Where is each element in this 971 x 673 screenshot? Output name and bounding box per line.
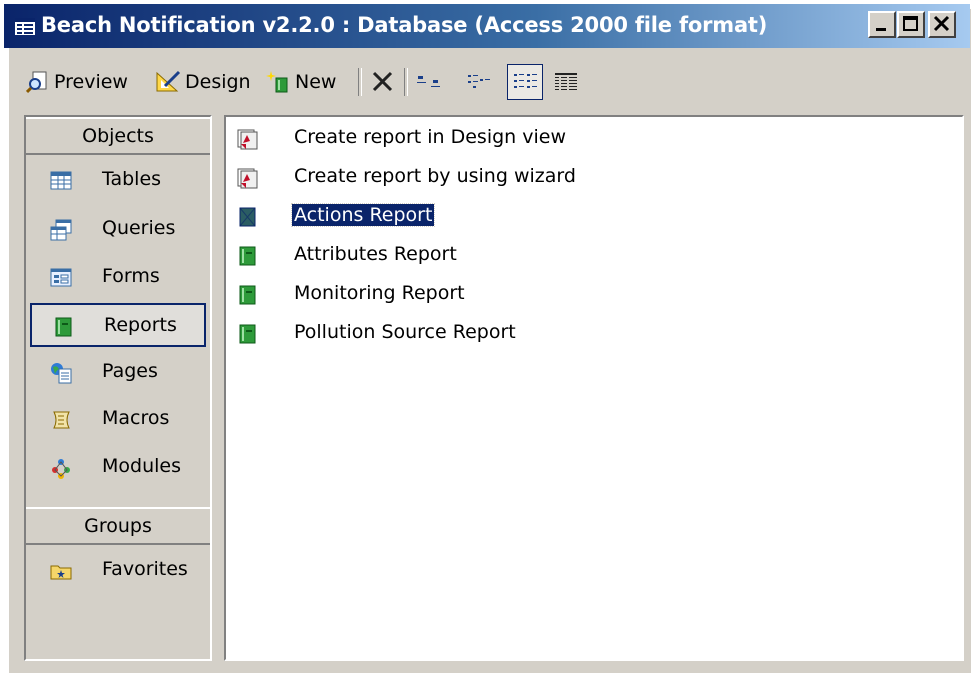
- nav-item-tables[interactable]: Tables: [30, 159, 206, 203]
- nav-item-label: Pages: [102, 360, 158, 382]
- query-icon: [50, 219, 72, 241]
- nav-item-macros[interactable]: Macros: [30, 398, 206, 442]
- module-icon: [52, 459, 70, 479]
- toolbar-separator: [358, 68, 362, 96]
- nav-item-favorites[interactable]: Favorites: [30, 549, 206, 593]
- close-icon: [933, 15, 950, 32]
- list-item-label: Attributes Report: [294, 243, 457, 265]
- list-item-label: Create report in Design view: [294, 126, 566, 148]
- report-icon: [239, 285, 256, 305]
- nav-item-pages[interactable]: Pages: [30, 351, 206, 395]
- database-window-icon: [15, 18, 35, 35]
- nav-item-label: Favorites: [102, 558, 188, 580]
- nav-item-label: Macros: [102, 407, 170, 429]
- nav-item-label: Reports: [104, 314, 177, 336]
- report-icon: [55, 317, 72, 337]
- database-toolbar: Preview Design New: [12, 62, 962, 104]
- nav-item-label: Tables: [102, 168, 162, 190]
- nav-item-label: Queries: [102, 217, 176, 239]
- list-item-label: Monitoring Report: [294, 282, 465, 304]
- report-icon: [239, 324, 256, 344]
- print-preview-icon: [26, 71, 47, 94]
- maximize-icon: [903, 16, 918, 31]
- nav-item-label: Forms: [102, 265, 160, 287]
- new-button[interactable]: New: [265, 62, 336, 102]
- window-title: Beach Notification v2.2.0 : Database (Ac…: [41, 13, 768, 37]
- large-icons-icon: [417, 76, 440, 87]
- shortcut-icon: [237, 129, 258, 150]
- close-button[interactable]: [928, 11, 956, 38]
- list-item-label: Create report by using wizard: [294, 165, 576, 187]
- design-label: Design: [185, 71, 251, 93]
- nav-item-label: Modules: [102, 455, 181, 477]
- minimize-icon: [876, 28, 886, 31]
- list-item-label: Pollution Source Report: [294, 321, 516, 343]
- delete-button[interactable]: [370, 62, 396, 102]
- delete-icon: [372, 71, 393, 92]
- toolbar-separator: [404, 68, 408, 96]
- report-icon: [239, 246, 256, 266]
- groups-group-header[interactable]: Groups: [26, 507, 210, 545]
- new-object-icon: [266, 71, 288, 93]
- macro-icon: [53, 411, 70, 429]
- details-view-icon: [555, 73, 577, 90]
- object-list: Create report in Design view Create repo…: [224, 115, 964, 661]
- nav-item-modules[interactable]: Modules: [30, 446, 206, 490]
- nav-item-queries[interactable]: Queries: [30, 208, 206, 252]
- preview-button[interactable]: Preview: [26, 62, 128, 102]
- nav-item-reports[interactable]: Reports: [30, 303, 206, 347]
- design-view-icon: [156, 70, 181, 92]
- design-button[interactable]: Design: [155, 62, 251, 102]
- shortcut-icon: [237, 168, 258, 189]
- title-bar[interactable]: Beach Notification v2.2.0 : Database (Ac…: [4, 4, 970, 48]
- report-icon: [239, 207, 256, 227]
- minimize-button[interactable]: [868, 11, 896, 38]
- new-label: New: [295, 71, 337, 93]
- favorites-folder-icon: [50, 565, 72, 580]
- form-icon: [50, 268, 72, 287]
- objects-group-header[interactable]: Objects: [26, 117, 210, 155]
- objects-bar: Objects Tables Queries Forms Reports Pag…: [24, 115, 212, 661]
- preview-label: Preview: [54, 71, 128, 93]
- page-icon: [51, 363, 72, 384]
- maximize-button[interactable]: [897, 11, 925, 38]
- small-icons-button[interactable]: [465, 62, 495, 102]
- details-view-button[interactable]: [553, 62, 579, 102]
- list-view-button[interactable]: [507, 64, 543, 100]
- list-item-label: Actions Report: [290, 203, 436, 227]
- nav-item-forms[interactable]: Forms: [30, 256, 206, 300]
- list-view-icon: [514, 74, 537, 88]
- large-icons-button[interactable]: [416, 62, 450, 102]
- small-icons-icon: [468, 75, 490, 88]
- table-icon: [50, 171, 72, 190]
